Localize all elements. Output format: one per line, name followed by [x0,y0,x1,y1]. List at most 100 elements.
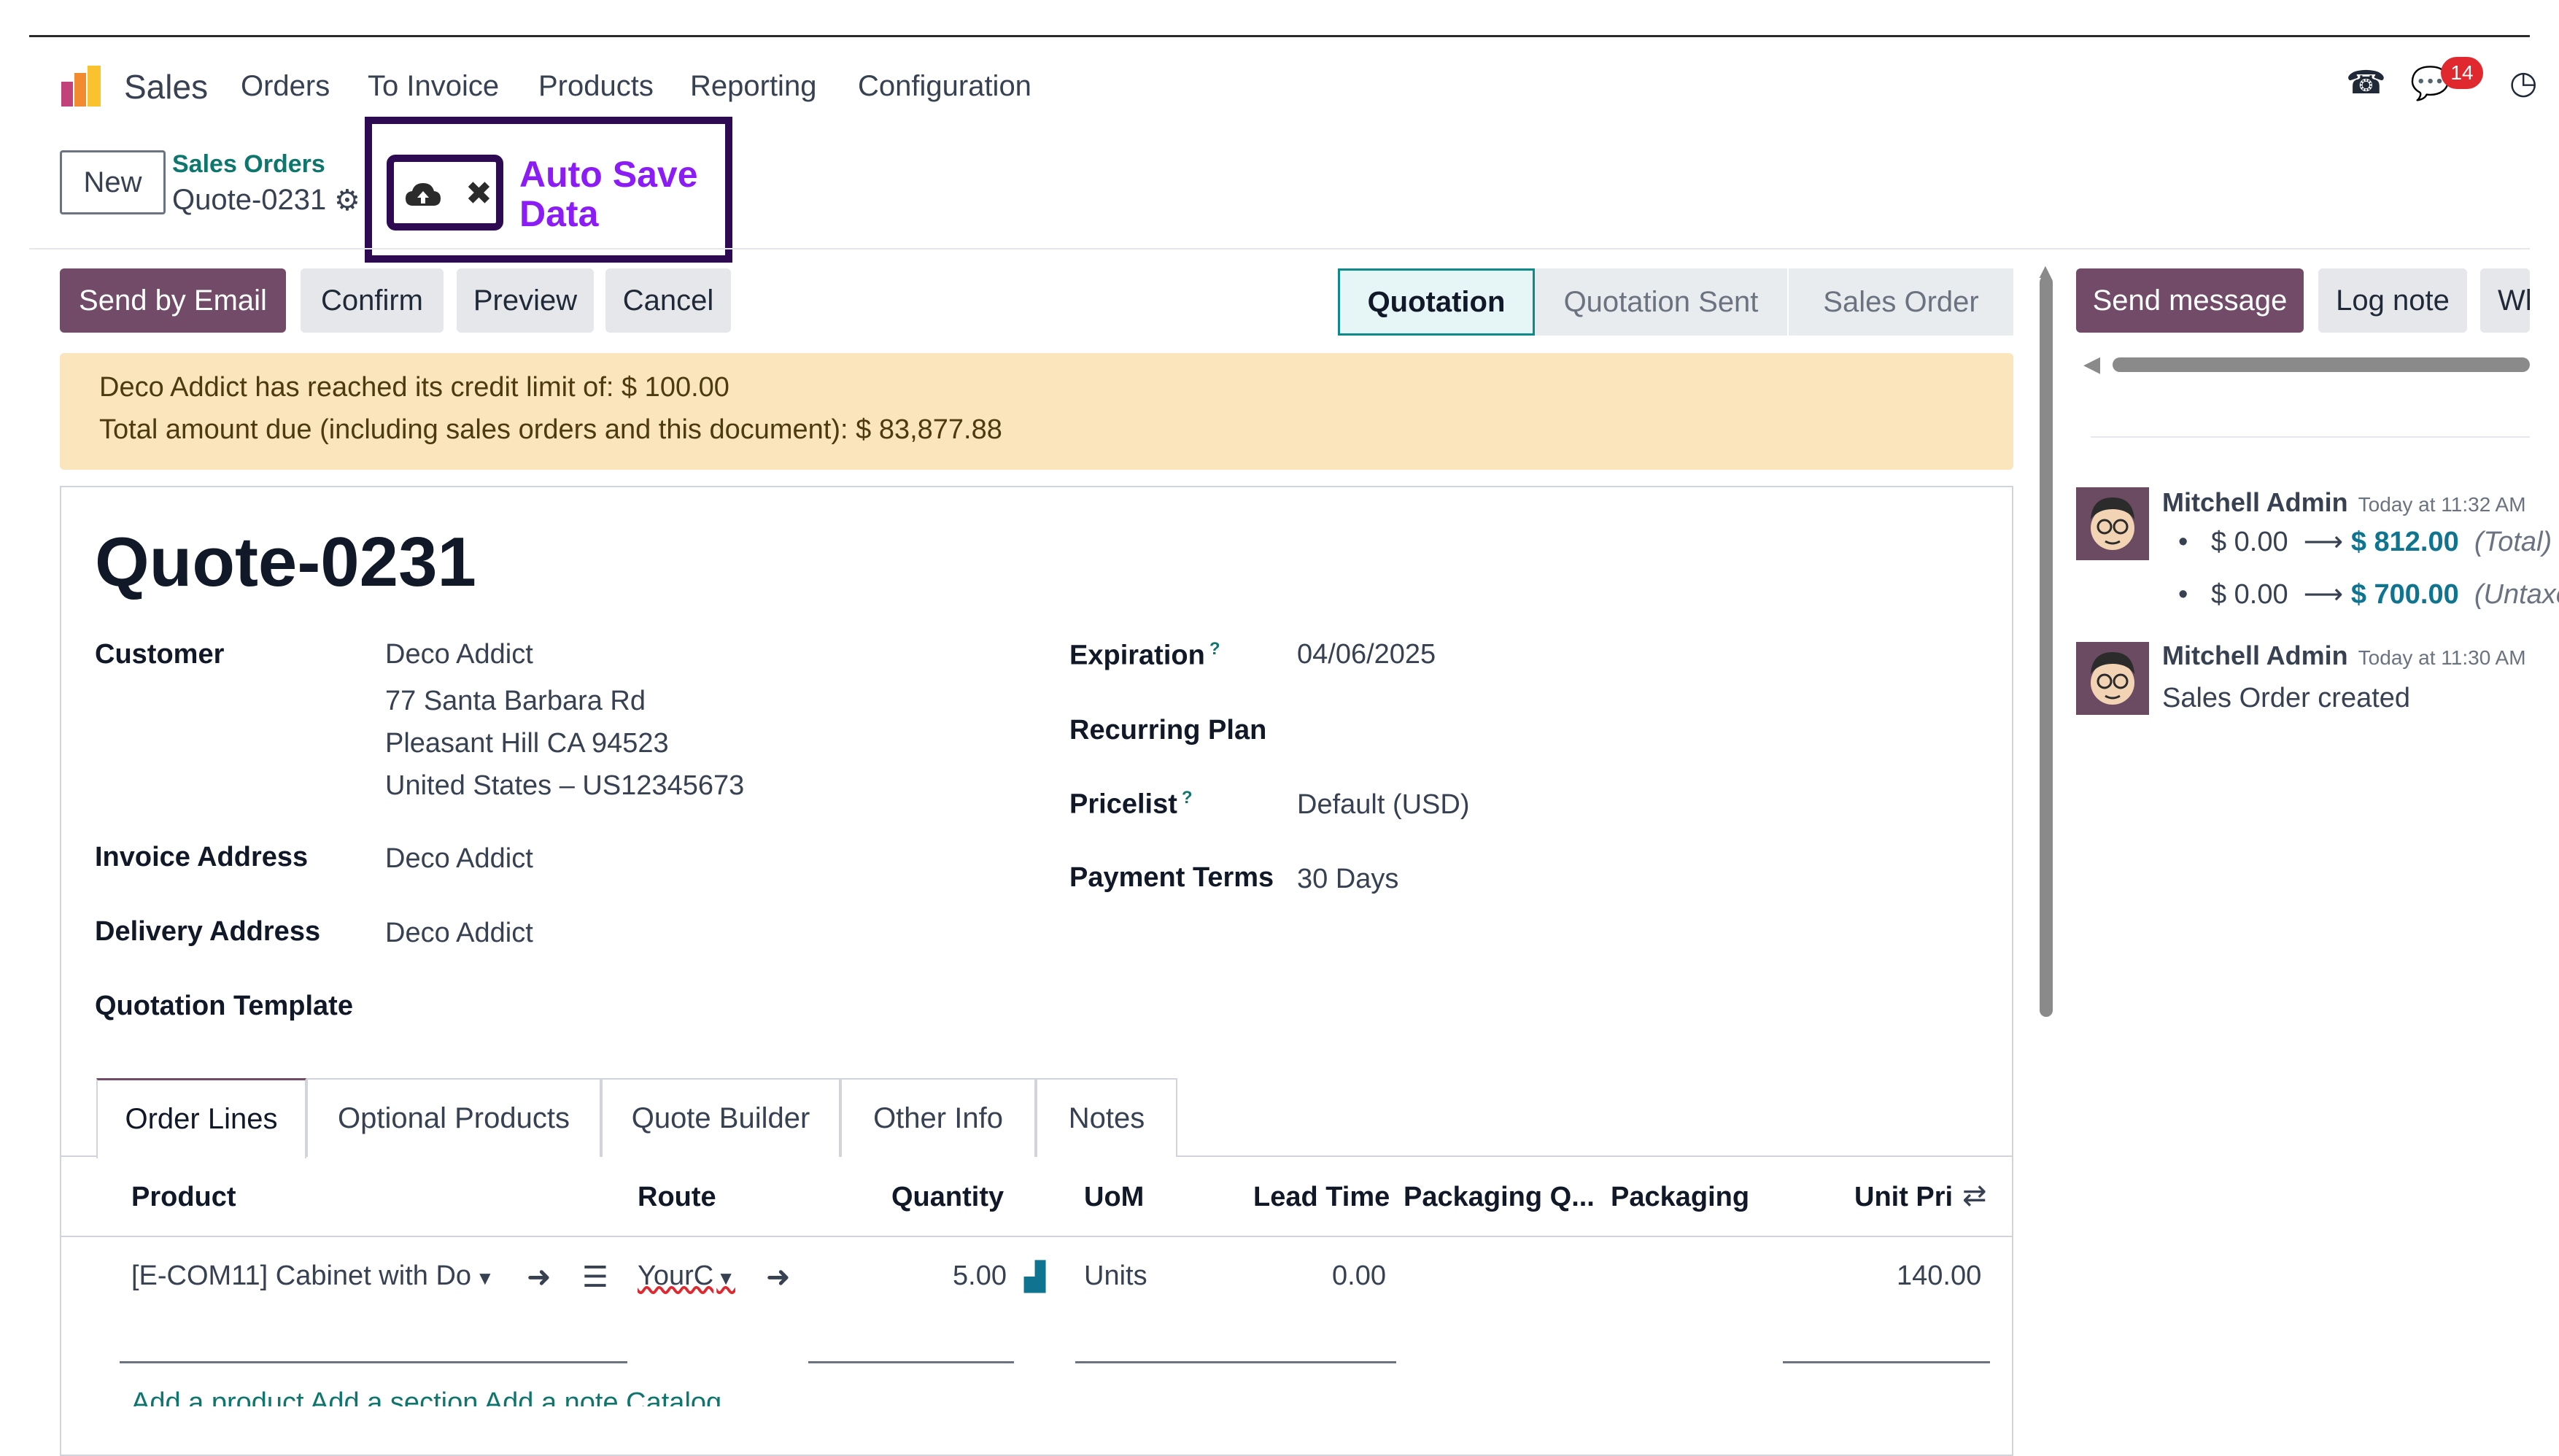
whatsapp-button[interactable]: Wh [2480,268,2530,333]
discard-icon[interactable]: ✖ [465,175,492,212]
alert-credit-limit-text: Deco Addict has reached its credit limit… [99,372,729,403]
col-product[interactable]: Product [131,1182,236,1213]
expiration-label: Expiration? [1069,639,1220,671]
breadcrumb-current: Quote-0231 [172,184,327,216]
optional-columns-icon[interactable]: ⇄ [1962,1179,1987,1212]
send-by-email-button[interactable]: Send by Email [60,268,286,333]
log-note-button[interactable]: Log note [2318,268,2467,333]
customer-field[interactable]: Deco Addict [385,639,533,670]
stage-quotation[interactable]: Quotation [1338,268,1535,336]
vertical-scrollbar[interactable] [2040,276,2053,1017]
user-avatar-icon [2076,487,2149,560]
header-separator [29,248,2530,249]
cell-quantity[interactable]: 5.00 [953,1261,1007,1292]
chatter-separator [2091,436,2530,438]
gear-icon[interactable]: ⚙ [334,184,360,217]
confirm-button[interactable]: Confirm [301,268,444,333]
quotation-template-label: Quotation Template [95,991,353,1021]
notification-badge: 14 [2441,57,2483,89]
app-name[interactable]: Sales [124,67,208,107]
form-sheet [60,486,2013,1456]
payment-terms-field[interactable]: 30 Days [1297,864,1398,895]
route-caret-icon[interactable]: ▼ [716,1267,735,1289]
customer-street: 77 Santa Barbara Rd [385,686,646,716]
menu-orders[interactable]: Orders [241,70,330,103]
message-time: Today at 11:30 AM [2358,646,2526,669]
message-author[interactable]: Mitchell Admin Today at 11:32 AM [2162,487,2526,518]
new-button[interactable]: New [60,150,166,214]
message-body: Sales Order created [2162,683,2411,713]
menu-reporting[interactable]: Reporting [690,70,816,103]
autosave-annotation-label: Auto Save Data [519,154,698,234]
alert-total-due-text: Total amount due (including sales orders… [99,414,1002,445]
menu-products[interactable]: Products [538,70,654,103]
avatar[interactable] [2076,642,2149,715]
sales-app-logo-icon[interactable] [58,63,105,109]
horizontal-scrollbar[interactable] [2113,357,2530,372]
cloud-upload-icon[interactable] [404,181,442,210]
col-packaging-qty[interactable]: Packaging Q... [1404,1182,1595,1213]
cell-uom[interactable]: Units [1084,1261,1147,1292]
customer-label: Customer [95,639,225,670]
delivery-address-label: Delivery Address [95,916,321,947]
tracking-change: • $ 0.00 ⟶ $ 700.00 (Untaxed) [2178,579,2559,610]
recurring-plan-field[interactable] [1297,709,1954,750]
recurring-plan-label: Recurring Plan [1069,715,1267,746]
preview-button[interactable]: Preview [457,268,594,333]
order-lines-footer-links[interactable]: Add a product Add a section Add a note C… [131,1387,861,1406]
pricelist-help-icon[interactable]: ? [1182,788,1193,808]
pricelist-label: Pricelist? [1069,788,1193,820]
stage-sales-order[interactable]: Sales Order [1789,268,2013,336]
header-row-separator [60,1236,2013,1237]
message-time: Today at 11:32 AM [2358,493,2526,516]
cancel-button[interactable]: Cancel [605,268,731,333]
forecast-chart-icon[interactable]: ▟ [1024,1261,1045,1293]
tab-quote-builder[interactable]: Quote Builder [601,1078,840,1157]
clock-icon[interactable]: ◷ [2509,64,2537,101]
customer-city: Pleasant Hill CA 94523 [385,728,669,759]
tab-optional-products[interactable]: Optional Products [306,1078,601,1157]
arrow-right-icon: ⟶ [2303,579,2344,610]
credit-limit-alert [60,353,2013,470]
tab-notes[interactable]: Notes [1036,1078,1177,1157]
tab-other-info[interactable]: Other Info [840,1078,1036,1157]
message-author[interactable]: Mitchell Admin Today at 11:30 AM [2162,640,2526,671]
route-link-icon[interactable]: ➜ [766,1261,791,1294]
list-icon[interactable]: ☰ [582,1261,608,1294]
invoice-address-field[interactable]: Deco Addict [385,843,533,875]
payment-terms-label: Payment Terms [1069,862,1274,893]
cell-route[interactable]: YourC ▼ [638,1261,735,1292]
col-packaging[interactable]: Packaging [1611,1182,1749,1213]
cell-lead-time[interactable]: 0.00 [1332,1261,1386,1292]
col-lead-time[interactable]: Lead Time [1253,1182,1390,1213]
menu-configuration[interactable]: Configuration [858,70,1031,103]
cell-product[interactable]: [E-COM11] Cabinet with Do ▼ [131,1261,495,1292]
pricelist-field[interactable]: Default (USD) [1297,789,1470,821]
cell-unit-price[interactable]: 140.00 [1897,1261,1981,1292]
col-unit-price[interactable]: Unit Pri [1854,1182,1953,1213]
quotation-template-field[interactable] [385,985,969,1026]
delivery-address-field[interactable]: Deco Addict [385,918,533,949]
invoice-address-label: Invoice Address [95,842,309,872]
col-route[interactable]: Route [638,1182,716,1213]
tab-order-lines[interactable]: Order Lines [96,1078,306,1158]
product-input-underline [120,1361,627,1363]
expiration-help-icon[interactable]: ? [1209,639,1220,659]
stage-quotation-sent[interactable]: Quotation Sent [1535,268,1787,336]
page-title: Quote-0231 [95,523,476,601]
scroll-left-arrow-icon[interactable]: ◀ [2083,352,2100,377]
col-quantity[interactable]: Quantity [891,1182,1004,1213]
send-message-button[interactable]: Send message [2076,268,2304,333]
col-uom[interactable]: UoM [1084,1182,1144,1213]
price-input-underline [1783,1361,1990,1363]
quantity-input-underline [808,1361,1014,1363]
customer-country: United States – US12345673 [385,770,745,801]
arrow-right-icon: ⟶ [2303,527,2344,557]
internal-link-icon[interactable]: ➜ [527,1261,551,1294]
breadcrumb-sales-orders[interactable]: Sales Orders [172,150,325,179]
menu-to-invoice[interactable]: To Invoice [368,70,499,103]
avatar[interactable] [2076,487,2149,560]
expiration-field[interactable]: 04/06/2025 [1297,639,1436,670]
phone-icon[interactable]: ☎ [2346,64,2386,101]
dropdown-caret-icon[interactable]: ▼ [476,1267,495,1289]
